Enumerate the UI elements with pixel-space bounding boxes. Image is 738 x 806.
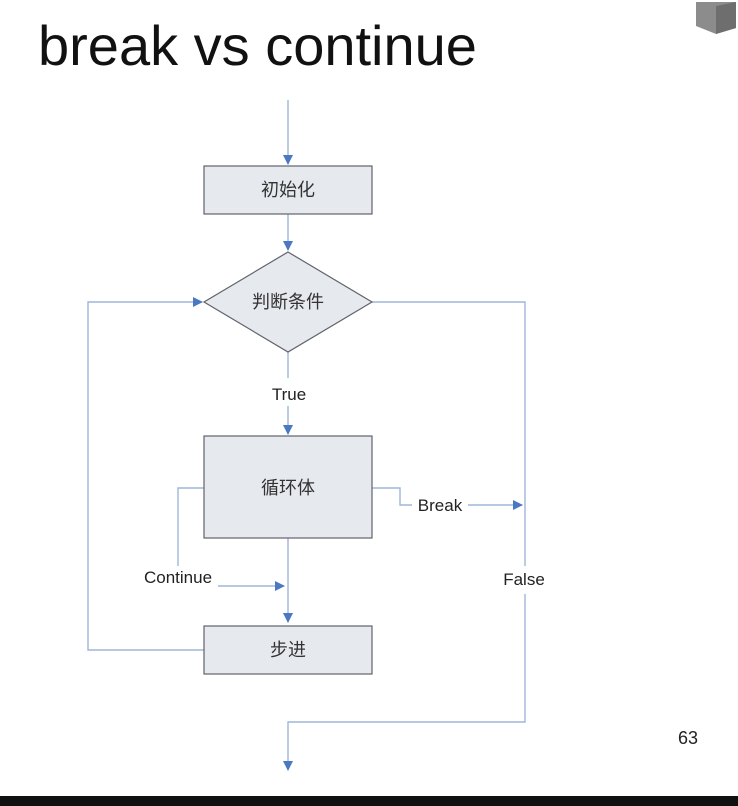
step-label: 步进 [270,640,306,661]
page-number: 63 [678,728,699,748]
body-label: 循环体 [261,478,315,499]
condition-label: 判断条件 [252,292,324,313]
break-label: Break [418,496,463,515]
init-label: 初始化 [261,180,315,201]
continue-label: Continue [144,568,212,587]
true-label: True [272,385,306,404]
false-label: False [503,570,545,589]
bottom-bar [0,796,738,806]
connector-loop-back [87,297,204,651]
flowchart: 初始化 判断条件 循环体 步进 True False Break Continu… [87,100,552,771]
